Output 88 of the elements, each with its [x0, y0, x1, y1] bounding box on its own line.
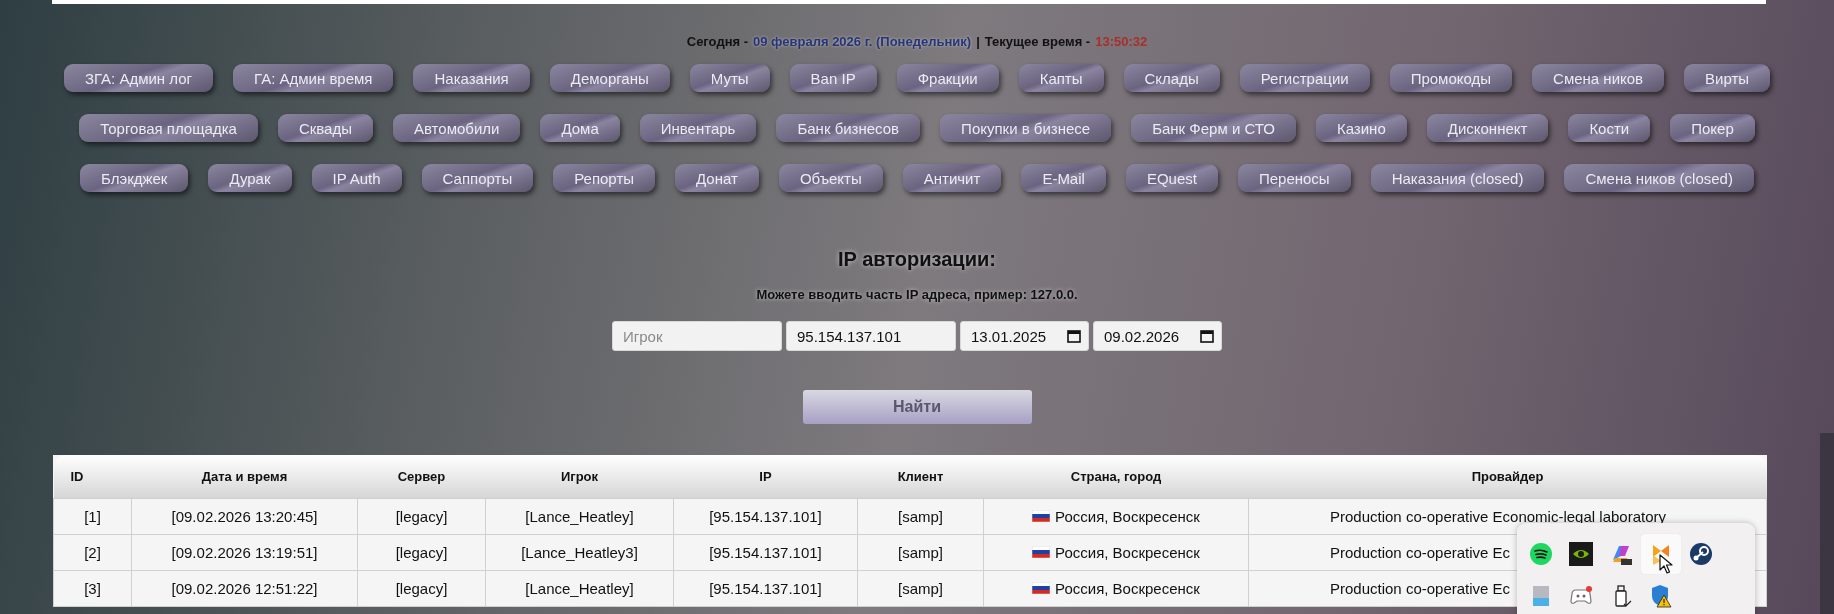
- calendar-icon[interactable]: [1067, 329, 1081, 343]
- table-cell: [legacy]: [357, 570, 486, 607]
- nav-button[interactable]: Сквады: [277, 114, 373, 142]
- nav-button[interactable]: Фракции: [896, 64, 999, 92]
- table-cell: Россия, Воскресенск: [1055, 543, 1200, 561]
- piston-icon[interactable]: [1689, 542, 1713, 566]
- nav-button[interactable]: Капты: [1018, 64, 1104, 92]
- nav-button[interactable]: Переносы: [1237, 164, 1351, 192]
- separator: |: [976, 34, 980, 50]
- column-header: IP: [673, 455, 858, 499]
- table-cell: [95.154.137.101]: [673, 498, 858, 535]
- nav-button[interactable]: Репорты: [553, 164, 656, 192]
- nav-button[interactable]: Автомобили: [392, 114, 521, 142]
- shield-warning-icon[interactable]: [1649, 584, 1673, 608]
- flag-icon: [1032, 582, 1051, 595]
- nav-button[interactable]: Вирты: [1684, 64, 1771, 92]
- column-header: Дата и время: [131, 455, 358, 499]
- column-header: Сервер: [357, 455, 486, 499]
- table-cell: Россия, Воскресенск: [1055, 579, 1200, 597]
- nav-button[interactable]: Ban IP: [789, 64, 877, 92]
- table-cell: [samp]: [857, 534, 984, 571]
- table-cell: [1]: [53, 498, 132, 535]
- table-cell: [95.154.137.101]: [673, 534, 858, 571]
- time-value: 13:50:32: [1095, 34, 1148, 50]
- table-cell: [Lance_Heatley]: [485, 498, 674, 535]
- table-cell: [95.154.137.101]: [673, 570, 858, 607]
- hint-text: Можете вводить часть IP адреса, пример: 127.0.0.: [756, 287, 1078, 303]
- nav-button[interactable]: ЗГА: Админ лог: [63, 64, 214, 92]
- nav-button[interactable]: EQuest: [1125, 164, 1218, 192]
- table-cell: Россия, Воскресенск: [1055, 507, 1200, 525]
- nav-button[interactable]: Деморганы: [549, 64, 670, 92]
- nav-button[interactable]: Торговая площадка: [79, 114, 258, 142]
- eye-icon[interactable]: [1569, 542, 1593, 566]
- table-cell: [09.02.2026 13:20:45]: [131, 498, 358, 535]
- nav-button[interactable]: E-Mail: [1021, 164, 1106, 192]
- nav-button[interactable]: Дома: [540, 114, 620, 142]
- column-header: Страна, город: [983, 455, 1249, 499]
- nav-button[interactable]: Муты: [689, 64, 770, 92]
- nav-button[interactable]: Дисконнект: [1426, 114, 1549, 142]
- table-cell: [samp]: [857, 570, 984, 607]
- nav-button[interactable]: Покер: [1670, 114, 1755, 142]
- nav-button[interactable]: Донат: [675, 164, 759, 192]
- wave-icon[interactable]: [1529, 542, 1553, 566]
- search-button[interactable]: Найти: [802, 390, 1032, 424]
- date-field[interactable]: 09.02.2026: [1093, 321, 1222, 351]
- nav-button[interactable]: Наказания: [413, 64, 530, 92]
- today-label: Сегодня -: [686, 34, 748, 50]
- table-cell: [legacy]: [357, 534, 486, 571]
- table-cell: [Lance_Heatley3]: [485, 534, 674, 571]
- table-cell: [Lance_Heatley]: [485, 570, 674, 607]
- nav-button[interactable]: Казино: [1315, 114, 1407, 142]
- column-header: ID: [53, 455, 132, 499]
- nav-button[interactable]: Смена ников: [1532, 64, 1665, 92]
- flag-icon: [1032, 510, 1051, 523]
- nav-button[interactable]: Регистрации: [1239, 64, 1370, 92]
- nav-button[interactable]: Объекты: [778, 164, 883, 192]
- flag-icon: [1032, 546, 1051, 559]
- nav-button[interactable]: Инвентарь: [639, 114, 757, 142]
- nav-button[interactable]: IP Auth: [311, 164, 402, 192]
- nav-button[interactable]: Банк Ферм и СТО: [1131, 114, 1296, 142]
- time-label: Текущее время -: [984, 34, 1091, 50]
- nav-button[interactable]: Античит: [902, 164, 1002, 192]
- column-header: Провайдер: [1248, 455, 1767, 499]
- column-header: Клиент: [857, 455, 984, 499]
- nav-button[interactable]: Кости: [1568, 114, 1651, 142]
- nav-button[interactable]: Промокоды: [1389, 64, 1513, 92]
- table-cell: [legacy]: [357, 498, 486, 535]
- nav-button[interactable]: Склады: [1123, 64, 1220, 92]
- nav-button[interactable]: Блэкджек: [80, 164, 189, 192]
- section-title: IP авторизации:: [838, 247, 996, 271]
- table-cell: [2]: [53, 534, 132, 571]
- table-cell: [09.02.2026 12:51:22]: [131, 570, 358, 607]
- date-value: 09 февраля 2026 г. (Понедельник): [753, 34, 972, 50]
- table-cell: [3]: [53, 570, 132, 607]
- nav-button[interactable]: ГА: Админ время: [233, 64, 394, 92]
- nav-button[interactable]: Покупки в бизнесе: [940, 114, 1112, 142]
- calendar-icon[interactable]: [1200, 329, 1214, 343]
- nav-button[interactable]: Наказания (closed): [1370, 164, 1545, 192]
- input-field[interactable]: Игрок: [612, 321, 782, 351]
- nav-button[interactable]: Саппорты: [421, 164, 534, 192]
- date-field[interactable]: 13.01.2025: [960, 321, 1089, 351]
- nav-button[interactable]: Дурак: [208, 164, 292, 192]
- table-cell: [samp]: [857, 498, 984, 535]
- input-field[interactable]: 95.154.137.101: [786, 321, 956, 351]
- nav-button[interactable]: Смена ников (closed): [1564, 164, 1754, 192]
- table-cell: [09.02.2026 13:19:51]: [131, 534, 358, 571]
- nav-button[interactable]: Банк бизнесов: [776, 114, 921, 142]
- column-header: Игрок: [485, 455, 674, 499]
